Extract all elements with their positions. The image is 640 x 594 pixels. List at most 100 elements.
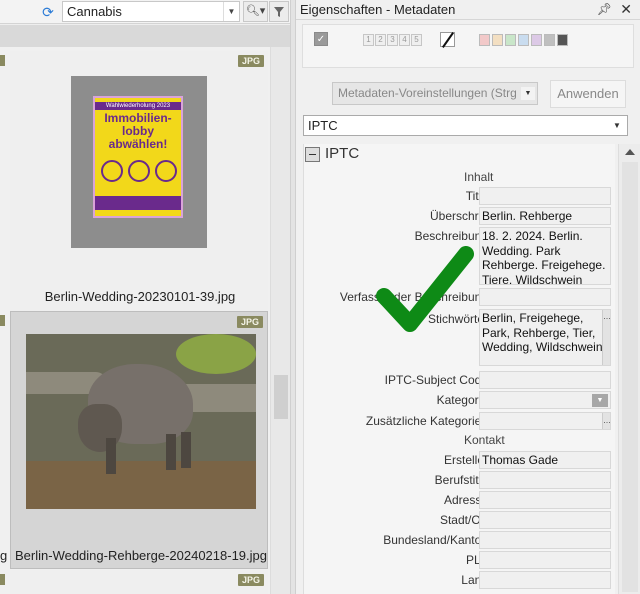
pin-icon[interactable]: 📌︎ <box>597 2 612 16</box>
rating-star-5[interactable]: 5 <box>411 34 422 46</box>
browser-header-band <box>0 25 290 47</box>
thumbnail-tile[interactable]: JPG <box>10 570 268 594</box>
verfasser-field[interactable] <box>479 288 611 306</box>
plz-field[interactable] <box>479 551 611 569</box>
collapse-icon[interactable] <box>305 147 320 162</box>
metadata-preset-select[interactable]: Metadaten-Voreinstellungen (Strg ▼ <box>332 82 538 105</box>
chevron-down-icon: ▼ <box>521 87 535 100</box>
apply-checkbox[interactable]: ✓ <box>314 32 328 46</box>
thumbnail-browser: ⟳ Cannabis ▼ 🔍︎▾ JPG Wahlwiederholung 20… <box>0 0 290 594</box>
moss-graphic <box>176 334 256 374</box>
metadata-scrollbar[interactable] <box>618 144 640 594</box>
thumbnail-tile[interactable]: JPG Wahlwiederholung 2023 Immobilien- lo… <box>10 51 268 311</box>
color-label-swatch[interactable] <box>557 34 568 46</box>
color-label-swatch[interactable] <box>492 34 503 46</box>
thumbnail-image <box>26 334 256 509</box>
boar-leg <box>166 434 176 470</box>
filter-input[interactable]: Cannabis ▼ <box>62 1 240 22</box>
titel-field[interactable] <box>479 187 611 205</box>
land-field[interactable] <box>479 571 611 589</box>
poster-title-line: abwählen! <box>108 137 168 151</box>
refresh-icon[interactable]: ⟳ <box>40 4 56 20</box>
color-label-swatch[interactable] <box>505 34 516 46</box>
field-label: IPTC-Subject Code <box>384 373 488 387</box>
browser-scrollbar[interactable] <box>270 47 290 594</box>
poster-graphic: Wahlwiederholung 2023 Immobilien- lobby … <box>93 96 183 218</box>
color-label-swatch[interactable] <box>544 34 555 46</box>
apply-button[interactable]: Anwenden <box>550 80 626 108</box>
group-label-contact: Kontakt <box>464 433 505 447</box>
stichwoerter-field[interactable]: Berlin, Freigehege, Park, Rehberge, Tier… <box>479 309 611 366</box>
ground-graphic <box>26 461 256 509</box>
adresse-field[interactable] <box>479 491 611 509</box>
iptc-section: IPTC Inhalt Titel Überschrift Berlin. Re… <box>303 144 615 594</box>
rating-star-4[interactable]: 4 <box>399 34 410 46</box>
color-label-swatch[interactable] <box>531 34 542 46</box>
section-title: IPTC <box>325 145 360 162</box>
more-icon[interactable]: … <box>602 413 610 429</box>
rating-star-2[interactable]: 2 <box>375 34 386 46</box>
kategorie-select[interactable]: ▼ <box>479 391 611 409</box>
thumbnail-caption: Berlin-Wedding-20230101-39.jpg <box>44 289 236 304</box>
metadata-schema-select[interactable]: IPTC ▼ <box>303 115 628 136</box>
field-label: Zusätzliche Kategorien <box>365 414 488 428</box>
scroll-up-icon[interactable] <box>625 149 635 155</box>
panel-title: Eigenschaften - Metadaten <box>300 2 456 17</box>
filter-input-value: Cannabis <box>67 4 122 19</box>
more-icon[interactable]: … <box>602 310 610 365</box>
metadata-panel: Eigenschaften - Metadaten 📌︎ ✕ ✓ 1 2 3 4… <box>296 0 640 594</box>
subject-code-field[interactable] <box>479 371 611 389</box>
rating-star-1[interactable]: 1 <box>363 34 374 46</box>
color-label-swatch[interactable] <box>518 34 529 46</box>
poster-footer <box>95 196 181 210</box>
bundesland-field[interactable] <box>479 531 611 549</box>
poster-head: Wahlwiederholung 2023 <box>95 102 181 110</box>
clear-rating-icon[interactable] <box>440 32 455 47</box>
schema-select-value: IPTC <box>308 118 338 133</box>
boar-leg <box>181 432 191 468</box>
face-graphic <box>128 160 150 182</box>
face-graphic <box>101 160 123 182</box>
boar-leg <box>106 438 116 474</box>
ueberschrift-field[interactable]: Berlin. Rehberge <box>479 207 611 225</box>
chevron-down-icon[interactable]: ▼ <box>223 2 239 21</box>
rating-label-box: ✓ 1 2 3 4 5 <box>302 24 634 68</box>
field-label: Beschreibung <box>414 229 488 243</box>
thumbnail-caption: Berlin-Wedding-Rehberge-20240218-19.jpg <box>15 548 267 563</box>
thumbnail-image: Wahlwiederholung 2023 Immobilien- lobby … <box>71 76 207 248</box>
field-label: Verfasser der Beschreibung <box>339 290 488 304</box>
funnel-icon <box>274 7 284 17</box>
scrollbar-thumb[interactable] <box>622 162 638 592</box>
poster-title: Immobilien- lobby abwählen! <box>95 112 181 151</box>
color-label-swatch[interactable] <box>479 34 490 46</box>
filter-button[interactable] <box>269 1 289 22</box>
field-label: Bundesland/Kanton <box>383 533 488 547</box>
rating-star-3[interactable]: 3 <box>387 34 398 46</box>
group-label-content: Inhalt <box>464 170 494 184</box>
partial-badge <box>0 315 5 326</box>
partial-badge <box>0 55 5 66</box>
poster-faces <box>101 160 177 184</box>
zus-kategorien-field[interactable]: … <box>479 412 611 430</box>
search-icon: 🔍︎▾ <box>245 5 266 17</box>
thumbnail-tile-selected[interactable]: JPG Berlin-Wedding-Rehberge-20240218-19.… <box>10 311 268 569</box>
chevron-down-icon: ▼ <box>592 394 608 407</box>
preset-select-value: Metadaten-Voreinstellungen (Strg <box>338 86 517 100</box>
panel-titlebar: Eigenschaften - Metadaten 📌︎ ✕ <box>296 0 640 20</box>
browser-toolbar: ⟳ Cannabis ▼ 🔍︎▾ <box>0 0 290 24</box>
scrollbar-thumb[interactable] <box>274 375 288 419</box>
partial-badge <box>0 574 5 585</box>
close-icon[interactable]: ✕ <box>620 1 632 18</box>
file-type-badge: JPG <box>236 316 263 328</box>
berufstitel-field[interactable] <box>479 471 611 489</box>
beschreibung-field[interactable]: 18. 2. 2024. Berlin. Wedding. Park Rehbe… <box>479 227 611 285</box>
truncated-caption: g <box>0 548 8 563</box>
search-button[interactable]: 🔍︎▾ <box>243 1 268 22</box>
face-graphic <box>155 160 177 182</box>
file-type-badge: JPG <box>237 55 264 67</box>
ersteller-field[interactable]: Thomas Gade <box>479 451 611 469</box>
file-type-badge: JPG <box>237 574 264 586</box>
stadt-field[interactable] <box>479 511 611 529</box>
stichwoerter-value: Berlin, Freigehege, Park, Rehberge, Tier… <box>482 311 603 354</box>
chevron-down-icon: ▼ <box>613 121 621 130</box>
